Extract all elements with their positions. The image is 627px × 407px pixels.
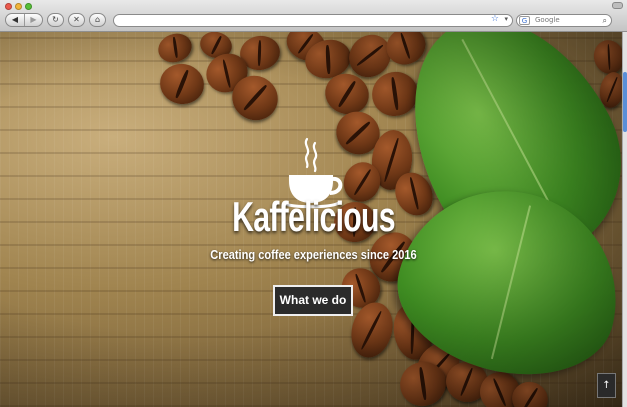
hero-subtitle: Creating coffee experiences since 2016 bbox=[210, 247, 417, 262]
stop-button[interactable]: ✕ bbox=[68, 13, 85, 27]
search-icon[interactable]: ⌕ bbox=[603, 15, 607, 26]
forward-icon[interactable]: ▶ bbox=[25, 14, 42, 26]
browser-toolbar: ◀ ▶ ↻ ✕ ⌂ ☆ ▾ G Google ⌕ bbox=[0, 0, 627, 32]
bookmark-star-icon[interactable]: ☆ bbox=[491, 14, 499, 24]
search-engine-icon[interactable]: G bbox=[519, 16, 530, 25]
history-dropdown-icon[interactable]: ▾ bbox=[504, 15, 508, 23]
page-scrollbar[interactable] bbox=[622, 32, 627, 407]
reload-button[interactable]: ↻ bbox=[47, 13, 64, 27]
back-to-top-button[interactable]: ↑ bbox=[597, 373, 616, 398]
back-icon[interactable]: ◀ bbox=[6, 14, 25, 26]
close-window-button[interactable] bbox=[5, 3, 12, 10]
hero-section: Kaffelicious Creating coffee experiences… bbox=[0, 32, 627, 407]
toolbar-toggle-button[interactable] bbox=[612, 2, 623, 9]
scrollbar-thumb[interactable] bbox=[623, 72, 627, 132]
arrow-up-icon: ↑ bbox=[602, 380, 611, 391]
back-forward-group: ◀ ▶ bbox=[5, 13, 43, 27]
home-button[interactable]: ⌂ bbox=[89, 13, 106, 27]
address-bar[interactable]: ☆ ▾ bbox=[113, 14, 513, 27]
search-field[interactable]: G Google ⌕ bbox=[516, 14, 612, 27]
what-we-do-button[interactable]: What we do bbox=[273, 285, 353, 316]
hero-title: Kaffelicious bbox=[232, 193, 395, 240]
zoom-window-button[interactable] bbox=[25, 3, 32, 10]
minimize-window-button[interactable] bbox=[15, 3, 22, 10]
search-placeholder: Google bbox=[535, 16, 560, 24]
